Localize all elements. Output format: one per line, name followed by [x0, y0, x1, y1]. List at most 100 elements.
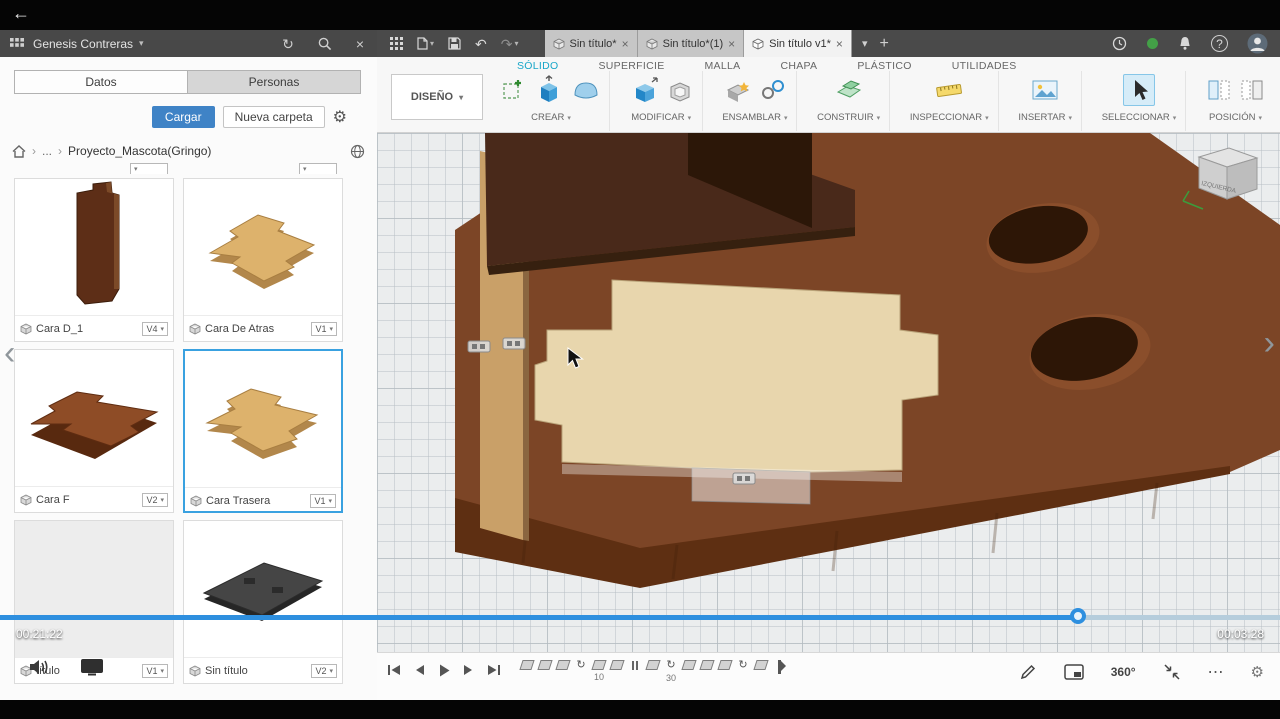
screen-share-monitor-icon[interactable] [80, 658, 104, 676]
skip-start-icon[interactable] [387, 663, 402, 677]
measure-icon[interactable] [934, 77, 964, 103]
help-icon[interactable]: ? [1211, 35, 1228, 52]
app-grid-icon[interactable] [390, 37, 403, 50]
group-label-ensamblar[interactable]: ENSAMBLAR ▾ [722, 112, 787, 123]
notifications-bell-icon[interactable] [1178, 36, 1192, 51]
timeline-marker-sketch[interactable] [699, 660, 715, 682]
group-label-construir[interactable]: CONSTRUIR ▾ [817, 112, 880, 123]
tab-close-icon[interactable]: × [622, 37, 629, 51]
timeline-marker-revolve[interactable]: ↻ [575, 660, 587, 683]
version-badge[interactable]: V2 ▾ [311, 663, 337, 678]
asset-card-cara-d1[interactable]: Cara D_1 V4 ▾ [14, 178, 174, 342]
upload-button[interactable]: Cargar [151, 106, 215, 128]
video-progress-played[interactable] [0, 615, 1078, 620]
timeline-marker-revolve[interactable]: ↻ [737, 660, 749, 683]
timeline-marker-pause[interactable] [629, 660, 641, 683]
panel-settings-gear-icon[interactable]: ⚙ [333, 107, 347, 127]
redo-menu[interactable]: ↷ ▾ [501, 37, 519, 51]
new-tab-icon[interactable]: + [879, 35, 888, 53]
press-pull-icon[interactable] [630, 76, 660, 104]
document-tab[interactable]: Sin título*(1) × [637, 30, 745, 57]
back-arrow-icon[interactable]: ← [12, 3, 30, 24]
globe-icon[interactable] [350, 144, 365, 159]
asset-card-sin-titulo[interactable]: Sin título V2 ▾ [183, 520, 343, 684]
skip-end-icon[interactable] [486, 663, 501, 677]
tab-close-icon[interactable]: × [836, 37, 843, 51]
group-label-insertar[interactable]: INSERTAR ▾ [1018, 112, 1072, 123]
extrude-icon[interactable] [533, 75, 565, 105]
search-icon[interactable] [318, 37, 332, 51]
version-badge[interactable]: V4 ▾ [142, 321, 168, 336]
timeline-marker-sketch[interactable] [537, 660, 553, 682]
breadcrumb-project[interactable]: Proyecto_Mascota(Gringo) [68, 144, 211, 158]
asset-card-cara-de-atras[interactable]: Cara De Atras V1 ▾ [183, 178, 343, 342]
home-icon[interactable] [12, 144, 26, 158]
document-tab-active[interactable]: Sin título v1* × [744, 30, 852, 57]
undo-icon[interactable]: ↶ [475, 37, 487, 51]
rotate-360-icon[interactable]: 360° [1111, 665, 1136, 679]
position-revert-icon[interactable] [1239, 77, 1265, 103]
group-label-inspeccionar[interactable]: INSPECCIONAR ▾ [910, 112, 989, 123]
new-folder-button[interactable]: Nueva carpeta [222, 106, 325, 128]
breadcrumb-ellipsis[interactable]: ... [42, 144, 52, 158]
3d-viewport-canvas[interactable]: IZQUIERDA [377, 133, 1280, 652]
play-icon[interactable] [437, 663, 451, 678]
create-sketch-icon[interactable] [502, 78, 526, 102]
form-icon[interactable] [572, 77, 600, 103]
group-label-posicion[interactable]: POSICIÓN ▾ [1209, 112, 1262, 123]
timeline-marker-sketch[interactable] [555, 660, 571, 682]
version-badge[interactable]: V2 ▾ [142, 492, 168, 507]
asset-card-cara-f[interactable]: Cara F V2 ▾ [14, 349, 174, 513]
timeline-marker-revolve[interactable]: ↻ 30 [665, 660, 677, 684]
timeline-marker-sketch[interactable]: 10 [591, 660, 607, 682]
step-back-icon[interactable] [413, 663, 426, 677]
timeline-marker-sketch[interactable] [717, 660, 733, 682]
annotate-pencil-icon[interactable] [1019, 663, 1037, 681]
file-menu[interactable]: ▾ [417, 37, 434, 50]
timeline-marker-sketch[interactable] [681, 660, 697, 682]
document-tab[interactable]: Sin título* × [544, 30, 638, 57]
picture-in-picture-icon[interactable] [1063, 664, 1084, 680]
more-options-icon[interactable]: ⋯ [1208, 662, 1224, 682]
position-capture-icon[interactable] [1206, 77, 1232, 103]
insert-image-icon[interactable] [1031, 78, 1059, 102]
timeline-marker-sketch[interactable] [753, 660, 769, 682]
timeline-marker-end[interactable] [773, 660, 786, 686]
construction-plane-icon[interactable] [834, 76, 864, 104]
job-status-clock-icon[interactable] [1112, 36, 1127, 51]
video-progress-knob[interactable] [1069, 608, 1086, 624]
user-avatar[interactable] [1247, 33, 1268, 54]
tab-datos[interactable]: Datos [15, 71, 187, 93]
timeline-marker-sketch[interactable] [645, 660, 661, 682]
group-label-seleccionar[interactable]: SELECCIONAR ▾ [1102, 112, 1177, 123]
refresh-icon[interactable]: ↻ [282, 37, 294, 51]
player-settings-gear-icon[interactable]: ⚙ [1251, 663, 1264, 681]
timeline-marker-sketch[interactable] [609, 660, 625, 682]
asset-card-cara-trasera-selected[interactable]: Cara Trasera V1 ▾ [183, 349, 343, 513]
close-panel-icon[interactable]: × [356, 37, 364, 51]
version-badge[interactable]: V1 ▾ [311, 321, 337, 336]
tab-list-chevron-icon[interactable]: ▾ [862, 37, 868, 50]
group-label-modificar[interactable]: MODIFICAR ▾ [631, 112, 691, 123]
version-badge[interactable]: V1 ▾ [142, 663, 168, 678]
volume-speaker-icon[interactable] [28, 657, 52, 677]
select-tool-icon[interactable] [1123, 74, 1155, 106]
step-forward-icon[interactable] [462, 663, 475, 677]
design-context-dropdown[interactable]: DISEÑO ▾ [391, 74, 483, 120]
save-icon[interactable] [448, 37, 461, 50]
joint-icon[interactable] [760, 77, 786, 103]
collapse-icon[interactable] [1163, 663, 1181, 681]
shell-icon[interactable] [667, 77, 693, 103]
new-component-icon[interactable] [723, 76, 753, 104]
user-name[interactable]: Genesis Contreras [33, 37, 133, 51]
version-badge[interactable]: V1 ▾ [310, 493, 336, 508]
nav-next-icon[interactable]: › [1264, 326, 1275, 360]
chevron-down-icon: ▾ [459, 92, 464, 102]
timeline-marker-sketch[interactable] [519, 660, 535, 682]
user-chevron-down-icon[interactable]: ▾ [139, 38, 144, 49]
tab-personas[interactable]: Personas [187, 71, 360, 93]
tab-close-icon[interactable]: × [728, 37, 735, 51]
nav-previous-icon[interactable]: ‹ [4, 336, 15, 370]
group-label-crear[interactable]: CREAR ▾ [531, 112, 571, 123]
status-green-dot-icon[interactable] [1146, 37, 1159, 50]
